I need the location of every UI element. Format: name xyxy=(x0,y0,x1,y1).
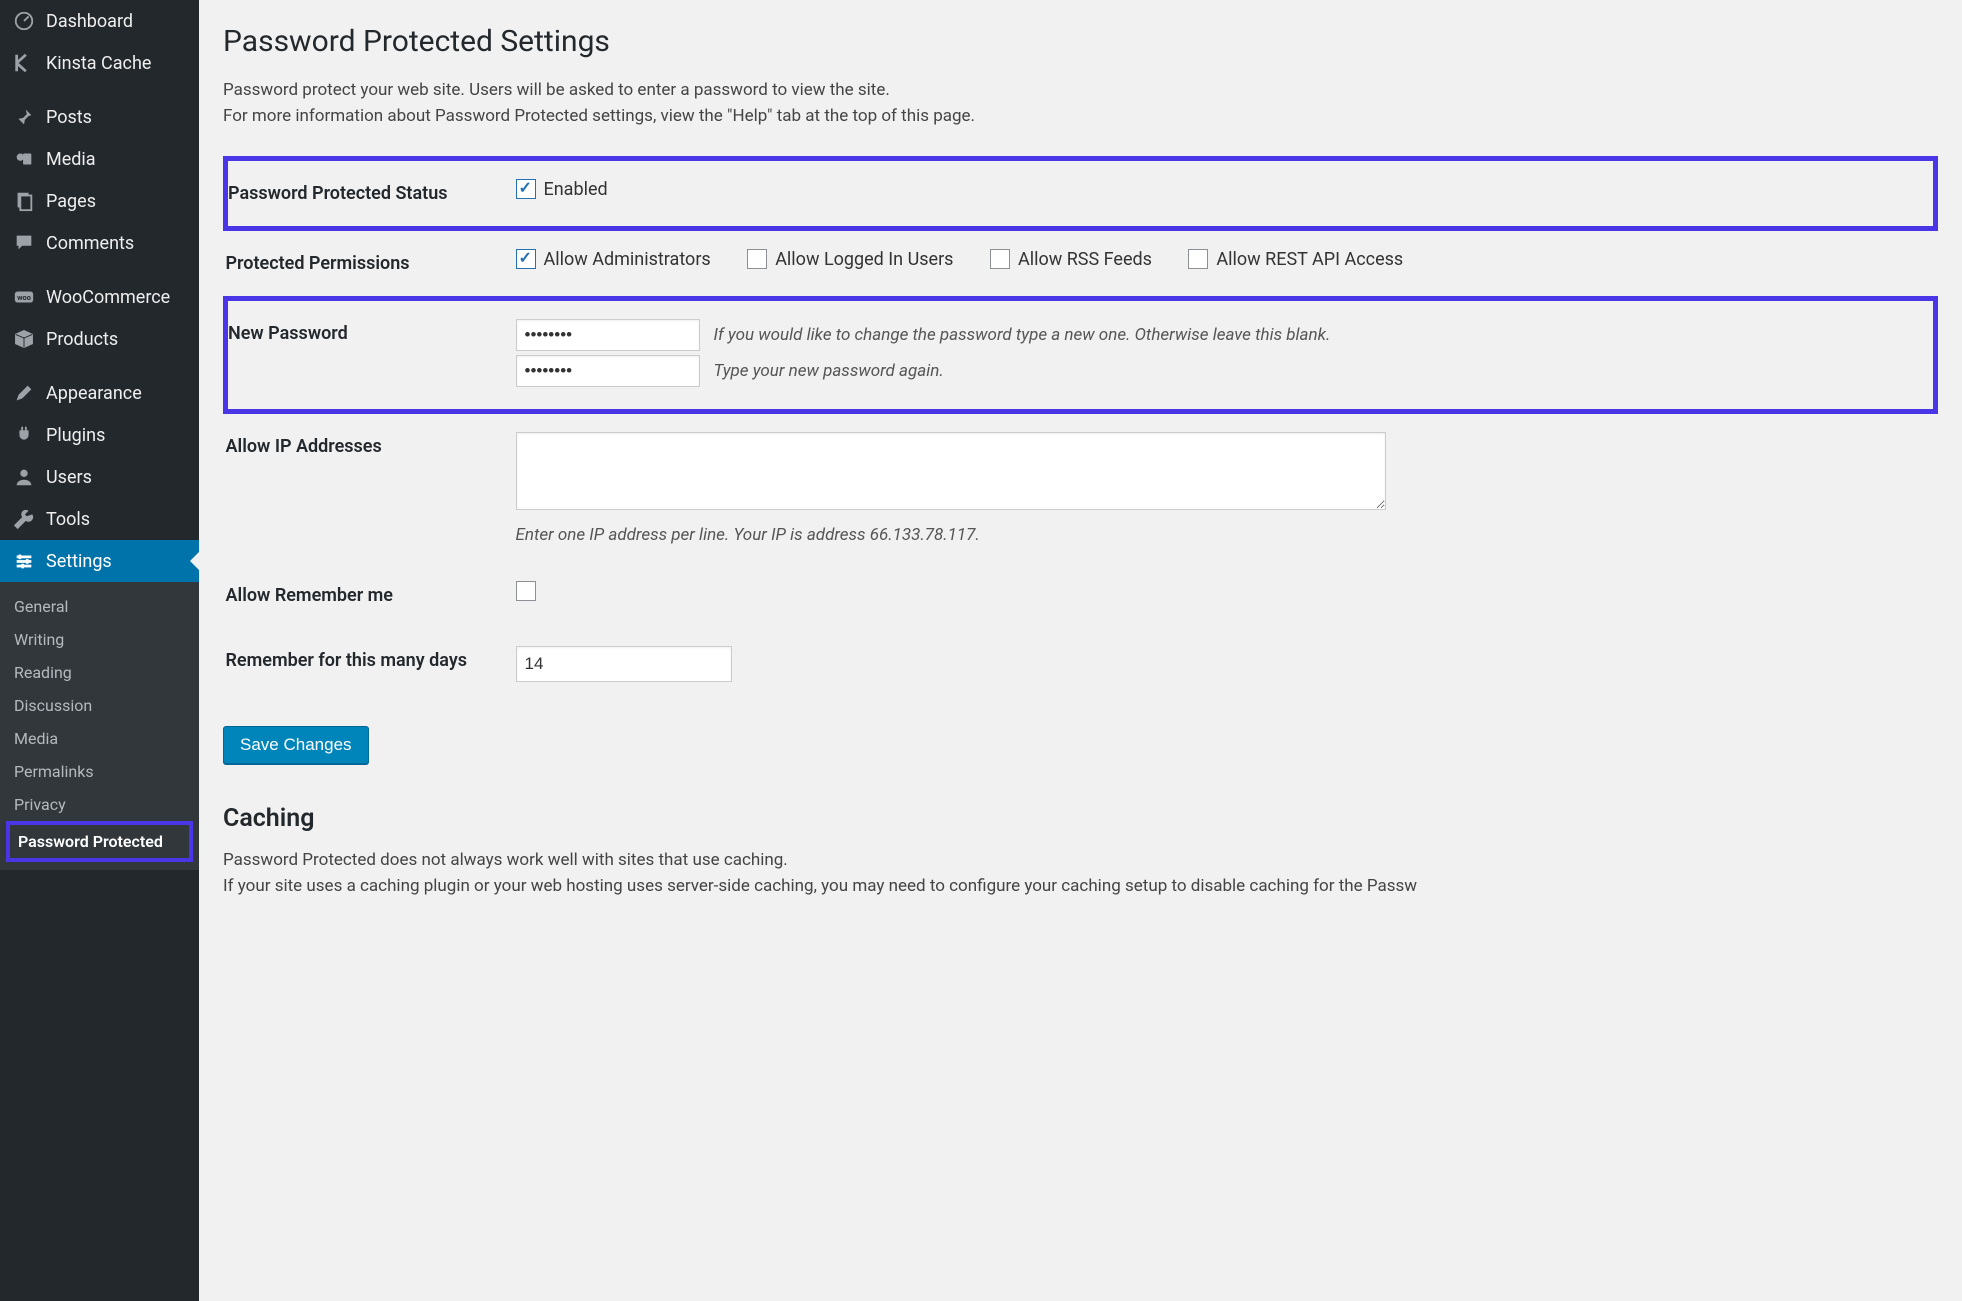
sidebar-item-label: Dashboard xyxy=(46,11,133,32)
sidebar-item-woocommerce[interactable]: woo WooCommerce xyxy=(0,276,199,318)
sidebar-item-appearance[interactable]: Appearance xyxy=(0,372,199,414)
label-newpwd: New Password xyxy=(226,298,506,411)
media-icon xyxy=(12,147,36,171)
submenu-privacy[interactable]: Privacy xyxy=(0,788,199,821)
users-icon xyxy=(12,465,36,489)
label-days: Remember for this many days xyxy=(226,628,506,700)
products-icon xyxy=(12,327,36,351)
checkbox-status-enabled[interactable] xyxy=(516,179,536,199)
sidebar-item-users[interactable]: Users xyxy=(0,456,199,498)
settings-submenu: General Writing Reading Discussion Media… xyxy=(0,582,199,870)
sidebar-item-label: Plugins xyxy=(46,425,105,446)
input-remember-days[interactable] xyxy=(516,646,732,682)
input-new-password[interactable] xyxy=(516,319,700,351)
svg-text:woo: woo xyxy=(17,293,31,302)
caching-p2: If your site uses a caching plugin or yo… xyxy=(223,873,1938,899)
comments-icon xyxy=(12,231,36,255)
sidebar-item-label: Posts xyxy=(46,107,92,128)
perm-admin-text: Allow Administrators xyxy=(544,249,711,270)
hint-pwd1: If you would like to change the password… xyxy=(714,325,1331,345)
submenu-general[interactable]: General xyxy=(0,590,199,623)
main-content: Password Protected Settings Password pro… xyxy=(199,0,1962,1301)
page-desc-1: Password protect your web site. Users wi… xyxy=(223,77,1938,103)
perm-rss-wrapper[interactable]: Allow RSS Feeds xyxy=(990,249,1152,270)
hint-pwd2: Type your new password again. xyxy=(714,361,944,381)
perm-logged-wrapper[interactable]: Allow Logged In Users xyxy=(747,249,953,270)
sidebar-item-label: WooCommerce xyxy=(46,287,170,308)
sidebar-item-label: Users xyxy=(46,467,92,488)
save-button[interactable]: Save Changes xyxy=(223,726,369,764)
checkbox-allow-rest[interactable] xyxy=(1188,249,1208,269)
label-ip: Allow IP Addresses xyxy=(226,411,506,563)
perm-admin-wrapper[interactable]: Allow Administrators xyxy=(516,249,711,270)
caching-heading: Caching xyxy=(223,804,1938,833)
label-status: Password Protected Status xyxy=(226,158,506,228)
settings-icon xyxy=(12,549,36,573)
page-desc-2: For more information about Password Prot… xyxy=(223,103,1938,129)
sidebar-item-label: Kinsta Cache xyxy=(46,53,151,74)
kinsta-icon xyxy=(12,51,36,75)
sidebar-item-label: Products xyxy=(46,329,118,350)
pages-icon xyxy=(12,189,36,213)
sidebar-item-products[interactable]: Products xyxy=(0,318,199,360)
perm-logged-text: Allow Logged In Users xyxy=(775,249,953,270)
submenu-media[interactable]: Media xyxy=(0,722,199,755)
label-permissions: Protected Permissions xyxy=(226,228,506,298)
sidebar-item-label: Tools xyxy=(46,509,90,530)
sidebar-item-label: Pages xyxy=(46,191,96,212)
sidebar-item-kinsta[interactable]: Kinsta Cache xyxy=(0,42,199,84)
checkbox-allow-rss[interactable] xyxy=(990,249,1010,269)
sidebar-item-settings[interactable]: Settings xyxy=(0,540,199,582)
submenu-writing[interactable]: Writing xyxy=(0,623,199,656)
sidebar-item-tools[interactable]: Tools xyxy=(0,498,199,540)
sidebar-item-label: Settings xyxy=(46,551,112,572)
checkbox-allow-logged[interactable] xyxy=(747,249,767,269)
status-enabled-wrapper[interactable]: Enabled xyxy=(516,179,608,200)
plugins-icon xyxy=(12,423,36,447)
row-newpwd-highlight: New Password If you would like to change… xyxy=(226,298,1936,411)
sidebar-item-media[interactable]: Media xyxy=(0,138,199,180)
row-status-highlight: Password Protected Status Enabled xyxy=(226,158,1936,228)
label-remember: Allow Remember me xyxy=(226,563,506,628)
sidebar-item-pages[interactable]: Pages xyxy=(0,180,199,222)
page-title: Password Protected Settings xyxy=(223,24,1938,59)
woo-icon: woo xyxy=(12,285,36,309)
submenu-password-protected[interactable]: Password Protected xyxy=(6,821,193,862)
sidebar-item-label: Appearance xyxy=(46,383,142,404)
input-new-password-confirm[interactable] xyxy=(516,355,700,387)
caching-p1: Password Protected does not always work … xyxy=(223,847,1938,873)
dashboard-icon xyxy=(12,9,36,33)
perm-rss-text: Allow RSS Feeds xyxy=(1018,249,1152,270)
textarea-allow-ip[interactable] xyxy=(516,432,1386,510)
appearance-icon xyxy=(12,381,36,405)
sidebar-item-posts[interactable]: Posts xyxy=(0,96,199,138)
hint-ip: Enter one IP address per line. Your IP i… xyxy=(516,525,1926,545)
sidebar-item-comments[interactable]: Comments xyxy=(0,222,199,264)
sidebar-item-plugins[interactable]: Plugins xyxy=(0,414,199,456)
status-enabled-text: Enabled xyxy=(544,179,608,200)
admin-sidebar: Dashboard Kinsta Cache Posts Media Pages… xyxy=(0,0,199,1301)
submenu-reading[interactable]: Reading xyxy=(0,656,199,689)
checkbox-allow-admin[interactable] xyxy=(516,249,536,269)
sidebar-item-label: Comments xyxy=(46,233,134,254)
perm-rest-text: Allow REST API Access xyxy=(1216,249,1403,270)
pin-icon xyxy=(12,105,36,129)
tools-icon xyxy=(12,507,36,531)
checkbox-remember[interactable] xyxy=(516,581,536,601)
perm-rest-wrapper[interactable]: Allow REST API Access xyxy=(1188,249,1403,270)
submenu-permalinks[interactable]: Permalinks xyxy=(0,755,199,788)
submenu-discussion[interactable]: Discussion xyxy=(0,689,199,722)
sidebar-item-dashboard[interactable]: Dashboard xyxy=(0,0,199,42)
sidebar-item-label: Media xyxy=(46,149,96,170)
